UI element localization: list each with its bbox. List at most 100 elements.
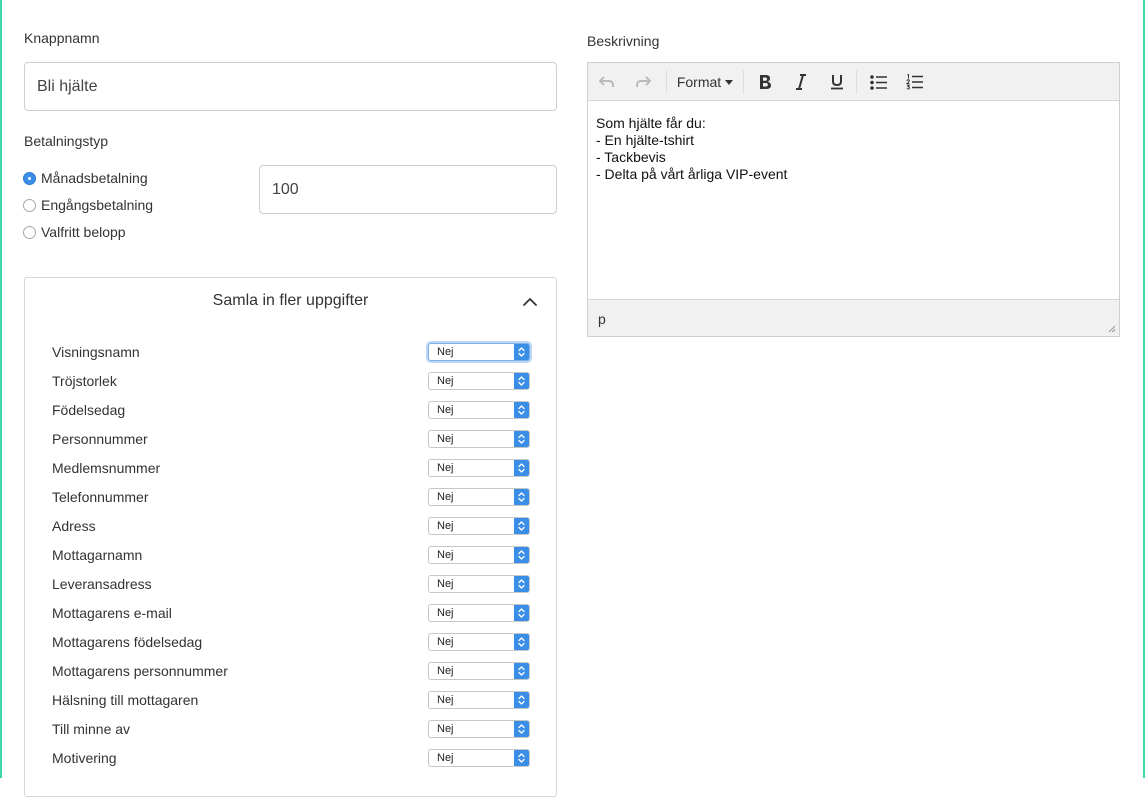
collect-field-row: Mottagarnamn Nej	[52, 545, 532, 565]
select-arrows-icon[interactable]	[514, 489, 529, 505]
amount-input[interactable]	[259, 165, 557, 214]
collect-field-row: Adress Nej	[52, 516, 532, 536]
select-arrows-icon[interactable]	[514, 721, 529, 737]
select-arrows-icon[interactable]	[514, 547, 529, 563]
numbered-list-icon[interactable]	[904, 72, 926, 92]
collect-field-select[interactable]: Nej	[428, 604, 530, 622]
collect-field-select[interactable]: Nej	[428, 372, 530, 390]
toolbar-separator	[666, 70, 667, 94]
radio-button[interactable]	[23, 171, 36, 185]
select-arrows-icon[interactable]	[514, 576, 529, 592]
collect-field-row: Till minne av Nej	[52, 719, 532, 739]
collect-field-name: Medlemsnummer	[52, 460, 161, 476]
resize-handle-icon[interactable]	[1108, 325, 1116, 333]
collect-field-select[interactable]: Nej	[428, 343, 530, 361]
format-dropdown[interactable]: Format	[674, 72, 736, 92]
radio-button[interactable]	[23, 225, 36, 239]
description-label: Beskrivning	[587, 33, 660, 49]
collect-field-select[interactable]: Nej	[428, 517, 530, 535]
select-value: Nej	[437, 752, 454, 764]
collect-field-row: Personnummer Nej	[52, 429, 532, 449]
collect-field-row: Telefonnummer Nej	[52, 487, 532, 507]
payment-option-one-time[interactable]: Engångsbetalning	[23, 197, 153, 213]
select-arrows-icon[interactable]	[514, 518, 529, 534]
collect-field-name: Adress	[52, 518, 96, 534]
undo-icon[interactable]	[596, 72, 618, 92]
select-value: Nej	[437, 549, 454, 561]
select-arrows-icon[interactable]	[514, 692, 529, 708]
collect-field-select[interactable]: Nej	[428, 633, 530, 651]
collect-field-name: Mottagarens e-mail	[52, 605, 172, 621]
select-value: Nej	[437, 520, 454, 532]
payment-option-label: Valfritt belopp	[41, 224, 126, 240]
collect-field-select[interactable]: Nej	[428, 546, 530, 564]
select-arrows-icon[interactable]	[514, 605, 529, 621]
editor-statusbar: p	[588, 299, 1119, 336]
select-arrows-icon[interactable]	[514, 344, 529, 360]
collect-field-select[interactable]: Nej	[428, 720, 530, 738]
select-value: Nej	[437, 607, 454, 619]
editor-toolbar: Format	[588, 63, 1119, 101]
format-label: Format	[676, 74, 722, 90]
select-arrows-icon[interactable]	[514, 373, 529, 389]
select-arrows-icon[interactable]	[514, 460, 529, 476]
payment-type-label: Betalningstyp	[24, 133, 109, 149]
collect-field-name: Tröjstorlek	[52, 373, 117, 389]
redo-icon[interactable]	[632, 72, 654, 92]
collect-field-select[interactable]: Nej	[428, 488, 530, 506]
collect-field-name: Hälsning till mottagaren	[52, 692, 199, 708]
caret-down-icon	[725, 79, 734, 85]
collect-field-row: Mottagarens e-mail Nej	[52, 603, 532, 623]
element-path[interactable]: p	[598, 311, 606, 327]
collect-info-title[interactable]: Samla in fler uppgifter	[25, 292, 556, 310]
collect-field-row: Födelsedag Nej	[52, 400, 532, 420]
select-arrows-icon[interactable]	[514, 663, 529, 679]
collect-field-row: Leveransadress Nej	[52, 574, 532, 594]
collect-field-name: Personnummer	[52, 431, 148, 447]
bold-icon[interactable]	[754, 72, 776, 92]
select-value: Nej	[437, 462, 454, 474]
chevron-up-icon[interactable]	[521, 295, 539, 307]
select-value: Nej	[437, 433, 454, 445]
content-line: - Tackbevis	[596, 149, 666, 165]
collect-field-select[interactable]: Nej	[428, 459, 530, 477]
select-arrows-icon[interactable]	[514, 634, 529, 650]
button-name-input[interactable]	[24, 62, 557, 111]
payment-option-label: Engångsbetalning	[41, 197, 154, 213]
payment-option-monthly[interactable]: Månadsbetalning	[23, 170, 148, 186]
italic-icon[interactable]	[790, 72, 812, 92]
radio-button[interactable]	[23, 198, 36, 212]
collect-field-name: Leveransadress	[52, 576, 152, 592]
button-name-label: Knappnamn	[24, 30, 100, 46]
select-value: Nej	[437, 665, 454, 677]
select-value: Nej	[437, 694, 454, 706]
collect-field-select[interactable]: Nej	[428, 662, 530, 680]
rich-text-editor: Format Som hjälte får du: - En hjälte-ts…	[587, 62, 1120, 337]
collect-field-select[interactable]: Nej	[428, 575, 530, 593]
select-value: Nej	[437, 636, 454, 648]
select-value: Nej	[437, 723, 454, 735]
collect-field-name: Mottagarens födelsedag	[52, 634, 203, 650]
collect-field-select[interactable]: Nej	[428, 691, 530, 709]
collect-field-row: Motivering Nej	[52, 748, 532, 768]
collect-field-name: Mottagarens personnummer	[52, 663, 228, 679]
collect-field-row: Mottagarens personnummer Nej	[52, 661, 532, 681]
content-line: - En hjälte-tshirt	[596, 132, 695, 148]
select-value: Nej	[437, 578, 454, 590]
select-arrows-icon[interactable]	[514, 750, 529, 766]
select-value: Nej	[437, 404, 454, 416]
collect-field-row: Mottagarens födelsedag Nej	[52, 632, 532, 652]
payment-option-custom[interactable]: Valfritt belopp	[23, 224, 126, 240]
bullet-list-icon[interactable]	[868, 72, 890, 92]
select-arrows-icon[interactable]	[514, 431, 529, 447]
collect-field-name: Telefonnummer	[52, 489, 149, 505]
collect-field-select[interactable]: Nej	[428, 430, 530, 448]
collect-field-select[interactable]: Nej	[428, 749, 530, 767]
select-arrows-icon[interactable]	[514, 402, 529, 418]
collect-field-name: Mottagarnamn	[52, 547, 143, 563]
collect-field-select[interactable]: Nej	[428, 401, 530, 419]
underline-icon[interactable]	[826, 72, 848, 92]
editor-content[interactable]: Som hjälte får du: - En hjälte-tshirt - …	[596, 115, 1111, 183]
collect-field-row: Tröjstorlek Nej	[52, 371, 532, 391]
collect-field-row: Medlemsnummer Nej	[52, 458, 532, 478]
